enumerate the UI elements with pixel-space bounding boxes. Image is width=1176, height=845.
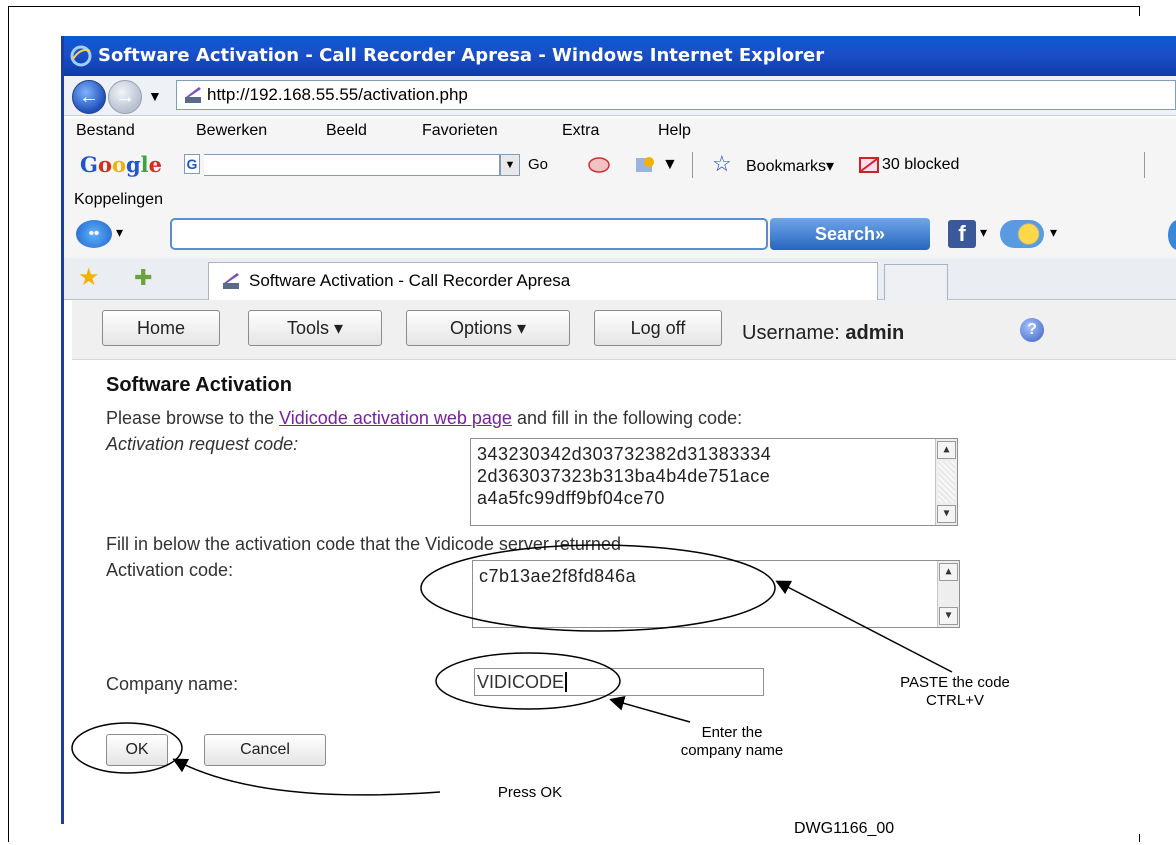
toolbar-search-input[interactable] bbox=[170, 218, 768, 250]
frame-line-left bbox=[8, 6, 9, 842]
activation-code-scrollbar[interactable]: ▲ ▼ bbox=[937, 561, 959, 627]
history-dropdown-icon[interactable]: ▼ bbox=[148, 88, 162, 104]
ie-logo-icon bbox=[70, 45, 92, 67]
username-value: admin bbox=[845, 322, 905, 344]
enter-company-annotation: Enter the company name bbox=[680, 724, 784, 759]
links-bar: Koppelingen bbox=[64, 186, 1176, 214]
menu-bewerken[interactable]: Bewerken bbox=[196, 118, 267, 144]
scroll-down-icon[interactable]: ▼ bbox=[937, 505, 956, 523]
request-code-textarea[interactable]: 343230342d303732382d31383334 2d363037323b… bbox=[470, 438, 958, 526]
popup-icon[interactable] bbox=[634, 154, 656, 176]
page-icon bbox=[185, 87, 201, 103]
scroll-track[interactable] bbox=[938, 461, 955, 503]
favorites-star-icon[interactable]: ★ bbox=[78, 266, 102, 290]
page-content: Home Tools ▾ Options ▾ Log off Username:… bbox=[64, 300, 1176, 824]
tools-button[interactable]: Tools ▾ bbox=[248, 310, 382, 346]
window-title: Software Activation - Call Recorder Apre… bbox=[98, 45, 825, 66]
tab-bar: ★ ✚ Software Activation - Call Recorder … bbox=[64, 258, 1176, 300]
pagerank-icon bbox=[588, 157, 610, 173]
google-toolbar: Google G ▼ Go ▼ ☆ Bookmarks▾ 30 blocked bbox=[64, 144, 1176, 186]
back-arrow-icon: ← bbox=[79, 85, 99, 108]
toolbar-separator bbox=[692, 152, 693, 178]
new-tab-button[interactable] bbox=[884, 264, 948, 300]
request-code-label: Activation request code: bbox=[106, 434, 299, 454]
company-name-value: VIDICODE bbox=[477, 672, 568, 692]
username-display: Username: admin bbox=[742, 322, 904, 345]
logoff-button[interactable]: Log off bbox=[594, 310, 722, 346]
toolbar-separator-2 bbox=[1144, 152, 1145, 178]
tab-software-activation[interactable]: Software Activation - Call Recorder Apre… bbox=[208, 262, 878, 300]
add-favorite-icon[interactable]: ✚ bbox=[134, 266, 160, 290]
menu-help[interactable]: Help bbox=[658, 118, 691, 144]
request-code-text: 343230342d303732382d31383334 2d363037323b… bbox=[477, 444, 772, 508]
facebook-dropdown-icon[interactable]: ▾ bbox=[980, 224, 987, 241]
messenger-dropdown-icon[interactable]: ▾ bbox=[116, 224, 123, 241]
extra-toolbar-icon[interactable] bbox=[1168, 220, 1176, 250]
menu-beeld[interactable]: Beeld bbox=[326, 118, 367, 144]
request-code-scrollbar[interactable]: ▲ ▼ bbox=[935, 439, 957, 525]
company-name-input[interactable]: VIDICODE bbox=[474, 668, 764, 696]
cancel-button[interactable]: Cancel bbox=[204, 734, 326, 766]
emoticon-icon[interactable] bbox=[1000, 220, 1044, 248]
url-field[interactable]: http://192.168.55.55/activation.php bbox=[176, 80, 1176, 110]
instruction-text: Please browse to the Vidicode activation… bbox=[106, 408, 743, 428]
forward-arrow-icon: → bbox=[115, 85, 135, 108]
google-search-input[interactable] bbox=[204, 154, 500, 176]
scroll-up-icon[interactable]: ▲ bbox=[939, 563, 958, 581]
drawing-number: DWG1166_00 bbox=[794, 820, 895, 837]
bookmarks-star-icon[interactable]: ☆ bbox=[712, 151, 732, 177]
google-go-button[interactable]: Go bbox=[528, 156, 548, 173]
activation-code-text: c7b13ae2f8fd846a bbox=[479, 566, 637, 586]
url-text: http://192.168.55.55/activation.php bbox=[207, 85, 468, 104]
menu-extra[interactable]: Extra bbox=[562, 118, 599, 144]
popup-blocker-icon bbox=[859, 157, 879, 173]
app-toolbar: Home Tools ▾ Options ▾ Log off Username:… bbox=[72, 300, 1176, 360]
username-label: Username: bbox=[742, 322, 840, 344]
company-name-label: Company name: bbox=[106, 674, 239, 694]
ok-button[interactable]: OK bbox=[106, 734, 168, 766]
frame-line-top bbox=[8, 6, 1140, 7]
tab-label: Software Activation - Call Recorder Apre… bbox=[249, 271, 571, 290]
blocked-count[interactable]: 30 blocked bbox=[882, 156, 959, 174]
scroll-up-icon[interactable]: ▲ bbox=[937, 441, 956, 459]
toolbar-search-button[interactable]: Search» bbox=[770, 218, 930, 250]
home-button[interactable]: Home bbox=[102, 310, 220, 346]
google-logo: Google bbox=[80, 152, 163, 177]
menu-bestand[interactable]: Bestand bbox=[76, 118, 135, 144]
popup-dropdown-icon[interactable]: ▼ bbox=[662, 156, 678, 174]
page-title: Software Activation bbox=[106, 374, 292, 396]
press-ok-annotation: Press OK bbox=[497, 784, 563, 801]
messenger-icon[interactable]: •• bbox=[76, 220, 112, 248]
menu-bar: Bestand Bewerken Beeld Favorieten Extra … bbox=[64, 118, 1176, 144]
search-toolbar: •• ▾ Search» f ▾ ▾ bbox=[64, 214, 1176, 258]
google-dropdown-button[interactable]: ▼ bbox=[500, 154, 520, 176]
back-button[interactable]: ← bbox=[72, 80, 106, 114]
emoticon-dropdown-icon[interactable]: ▾ bbox=[1050, 224, 1057, 241]
title-bar: Software Activation - Call Recorder Apre… bbox=[64, 36, 1176, 76]
facebook-icon[interactable]: f bbox=[948, 220, 976, 248]
menu-favorieten[interactable]: Favorieten bbox=[422, 118, 498, 144]
activation-code-label: Activation code: bbox=[106, 560, 234, 580]
activation-web-page-link[interactable]: Vidicode activation web page bbox=[279, 408, 512, 428]
fill-instruction-text: Fill in below the activation code that t… bbox=[106, 534, 621, 554]
google-g-icon[interactable]: G bbox=[184, 154, 200, 174]
options-button[interactable]: Options ▾ bbox=[406, 310, 570, 346]
help-icon[interactable]: ? bbox=[1020, 318, 1044, 342]
scroll-down-icon[interactable]: ▼ bbox=[939, 607, 958, 625]
address-bar: ← → ▼ http://192.168.55.55/activation.ph… bbox=[64, 76, 1176, 116]
frame-mark-right-top bbox=[1139, 6, 1140, 16]
links-label[interactable]: Koppelingen bbox=[74, 191, 163, 208]
frame-mark-right-bottom bbox=[1139, 834, 1140, 842]
tab-page-icon bbox=[223, 273, 239, 289]
paste-annotation: PASTE the code CTRL+V bbox=[900, 674, 1010, 709]
activation-code-textarea[interactable]: c7b13ae2f8fd846a ▲ ▼ bbox=[472, 560, 960, 628]
forward-button[interactable]: → bbox=[108, 80, 142, 114]
bookmarks-button[interactable]: Bookmarks▾ bbox=[746, 156, 834, 176]
